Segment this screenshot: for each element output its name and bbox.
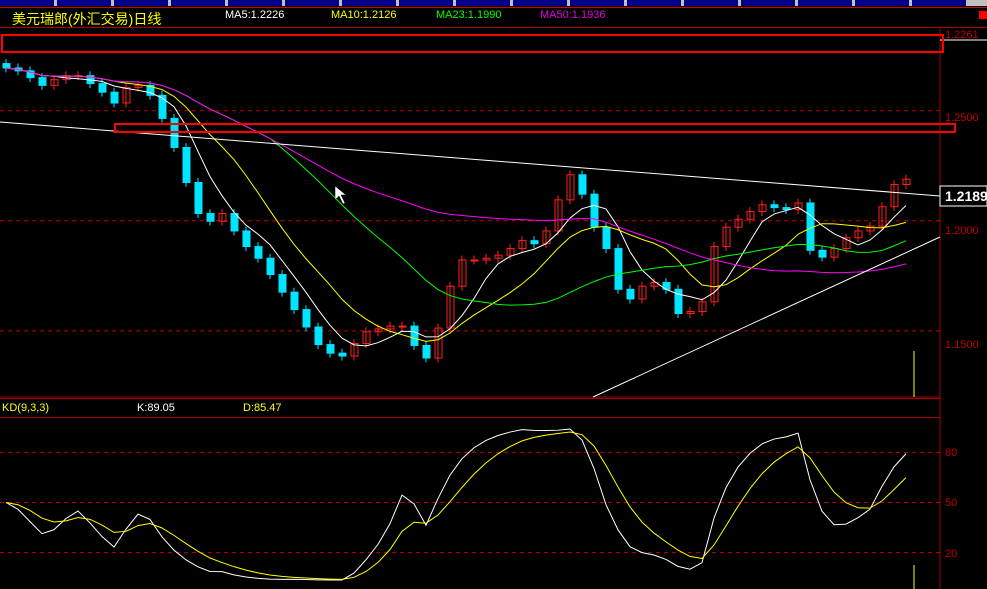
candle-body — [2, 63, 11, 69]
candle-body — [110, 91, 119, 104]
kd-axis-label: 50 — [945, 497, 957, 509]
candle-body — [398, 325, 407, 328]
candle-body — [326, 344, 335, 354]
candle-body — [98, 83, 107, 93]
candle-body — [302, 309, 311, 328]
price-chart[interactable]: 1.2261 1.2500 1.2000 1.1500 80 50 20 1.2… — [0, 0, 987, 589]
candle-body — [530, 240, 539, 245]
ma23-line — [5, 67, 907, 306]
candle-body — [338, 352, 347, 357]
highlight-box[interactable] — [114, 123, 956, 133]
candle-body — [770, 204, 779, 209]
resistance-trendline[interactable] — [0, 121, 941, 197]
candle-body — [590, 193, 599, 228]
support-trendline[interactable] — [592, 236, 941, 398]
mouse-cursor-icon — [334, 185, 347, 205]
axis-label: 1.1500 — [945, 339, 979, 351]
kd-axis-label: 20 — [945, 548, 957, 560]
candle-body — [602, 226, 611, 250]
candle-body — [314, 326, 323, 346]
candle-body — [410, 325, 419, 346]
k-line — [5, 428, 907, 581]
candle-body — [626, 288, 635, 300]
axis-label: 1.2000 — [945, 225, 979, 237]
candle-body — [470, 259, 479, 262]
candle-body — [818, 249, 827, 258]
candle-body — [266, 257, 275, 276]
candle-body — [614, 248, 623, 290]
last-price: 1.2189 — [945, 188, 987, 204]
candle-body — [290, 291, 299, 311]
candle-body — [578, 174, 587, 195]
candle-body — [254, 246, 263, 259]
ma50-line — [5, 67, 907, 274]
candle-body — [422, 344, 431, 359]
candle-body — [206, 213, 215, 222]
candle-body — [278, 274, 287, 293]
axis-label: 1.2261 — [945, 29, 979, 41]
kd-axis-label: 80 — [945, 447, 957, 459]
d-line — [5, 431, 907, 580]
candle-body — [38, 77, 47, 86]
highlight-box[interactable] — [1, 34, 944, 53]
candle-body — [194, 181, 203, 215]
candle-body — [182, 146, 191, 183]
candle-body — [242, 230, 251, 248]
axis-label: 1.2500 — [945, 112, 979, 124]
